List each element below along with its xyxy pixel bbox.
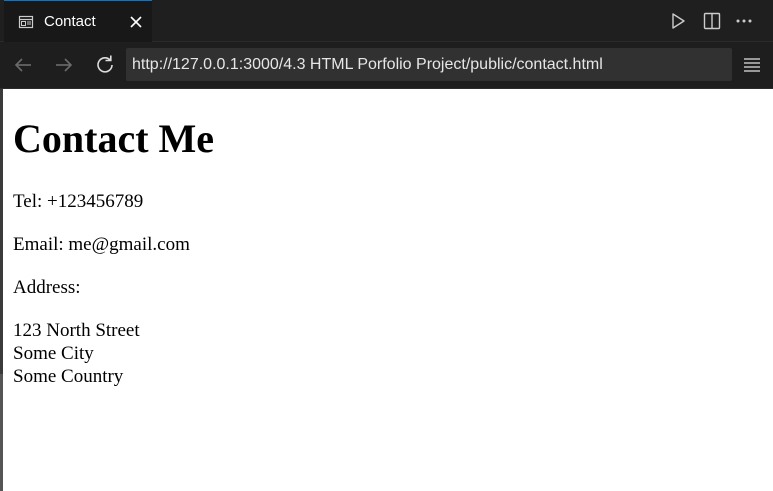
address-label: Address: bbox=[13, 277, 81, 298]
address-line-country: Some Country bbox=[13, 366, 124, 387]
play-icon[interactable] bbox=[668, 11, 688, 31]
address-line-street: 123 North Street bbox=[13, 320, 140, 341]
reload-icon[interactable] bbox=[94, 54, 116, 76]
preview-icon bbox=[18, 14, 34, 30]
address-bar-row: http://127.0.0.1:3000/4.3 HTML Porfolio … bbox=[0, 42, 773, 89]
tab-label: Contact bbox=[44, 13, 96, 30]
address-line-city: Some City bbox=[13, 343, 94, 364]
arrow-right-icon[interactable] bbox=[53, 54, 75, 76]
arrow-left-icon[interactable] bbox=[12, 54, 34, 76]
browser-preview-window: Contact http://127.0.0.1:3000/4.3 HTML P… bbox=[0, 0, 773, 491]
close-icon[interactable] bbox=[126, 12, 146, 32]
menu-icon[interactable] bbox=[741, 54, 763, 76]
page-content: Contact Me Tel: +123456789 Email: me@gma… bbox=[3, 89, 773, 491]
telephone-text: Tel: +123456789 bbox=[13, 191, 144, 212]
url-input[interactable]: http://127.0.0.1:3000/4.3 HTML Porfolio … bbox=[126, 48, 732, 81]
page-title: Contact Me bbox=[13, 116, 215, 161]
tab-bar: Contact bbox=[0, 0, 773, 42]
email-text: Email: me@gmail.com bbox=[13, 234, 190, 255]
more-icon[interactable] bbox=[734, 11, 754, 31]
split-editor-icon[interactable] bbox=[702, 11, 722, 31]
tab-contact[interactable]: Contact bbox=[4, 0, 152, 42]
